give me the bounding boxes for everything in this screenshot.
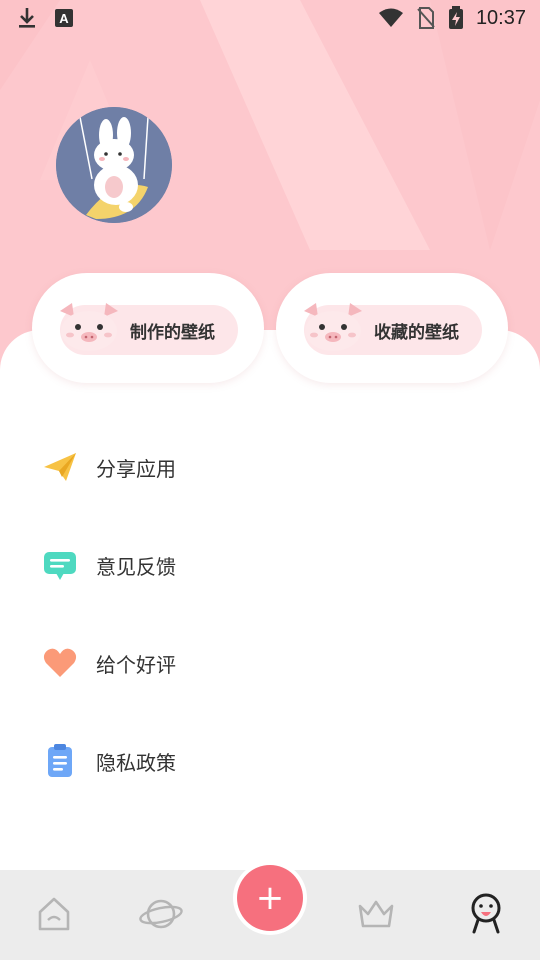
profile-icon[interactable] xyxy=(462,890,510,938)
menu-item-share-app[interactable]: 分享应用 xyxy=(0,422,540,512)
pig-icon xyxy=(60,303,118,351)
chat-bubble-icon xyxy=(44,552,76,580)
wifi-icon xyxy=(378,8,403,27)
planet-icon[interactable] xyxy=(137,890,185,938)
menu-item-feedback[interactable]: 意见反馈 xyxy=(0,520,540,610)
bunny-avatar-icon xyxy=(56,107,172,223)
menu-label-rate: 给个好评 xyxy=(96,652,176,677)
svg-text:A: A xyxy=(59,11,69,26)
menu-item-rate[interactable]: 给个好评 xyxy=(0,618,540,708)
menu-label-share-app: 分享应用 xyxy=(96,456,176,481)
plus-icon: + xyxy=(255,878,285,918)
menu-label-privacy-policy: 隐私政策 xyxy=(96,750,176,775)
clipboard-icon xyxy=(48,744,72,777)
status-bar: A 10:37 xyxy=(0,0,540,36)
menu-label-feedback: 意见反馈 xyxy=(96,554,176,579)
made-wallpapers-button[interactable]: 制作的壁纸 xyxy=(32,273,264,383)
favorite-wallpapers-label: 收藏的壁纸 xyxy=(374,323,459,343)
download-icon xyxy=(19,8,35,28)
home-icon[interactable] xyxy=(30,890,78,938)
made-wallpapers-label: 制作的壁纸 xyxy=(130,323,215,343)
paper-plane-icon xyxy=(44,453,76,481)
add-button[interactable]: + xyxy=(237,865,303,931)
heart-icon xyxy=(43,648,77,677)
crown-icon[interactable] xyxy=(352,890,400,938)
avatar[interactable] xyxy=(56,107,172,223)
battery-charging-icon xyxy=(448,6,463,29)
favorite-wallpapers-button[interactable]: 收藏的壁纸 xyxy=(276,273,508,383)
status-time: 10:37 xyxy=(475,6,526,29)
no-sim-icon xyxy=(417,7,435,29)
menu-item-privacy-policy[interactable]: 隐私政策 xyxy=(0,716,540,806)
pig-icon xyxy=(304,303,362,351)
font-a-icon: A xyxy=(55,9,73,27)
